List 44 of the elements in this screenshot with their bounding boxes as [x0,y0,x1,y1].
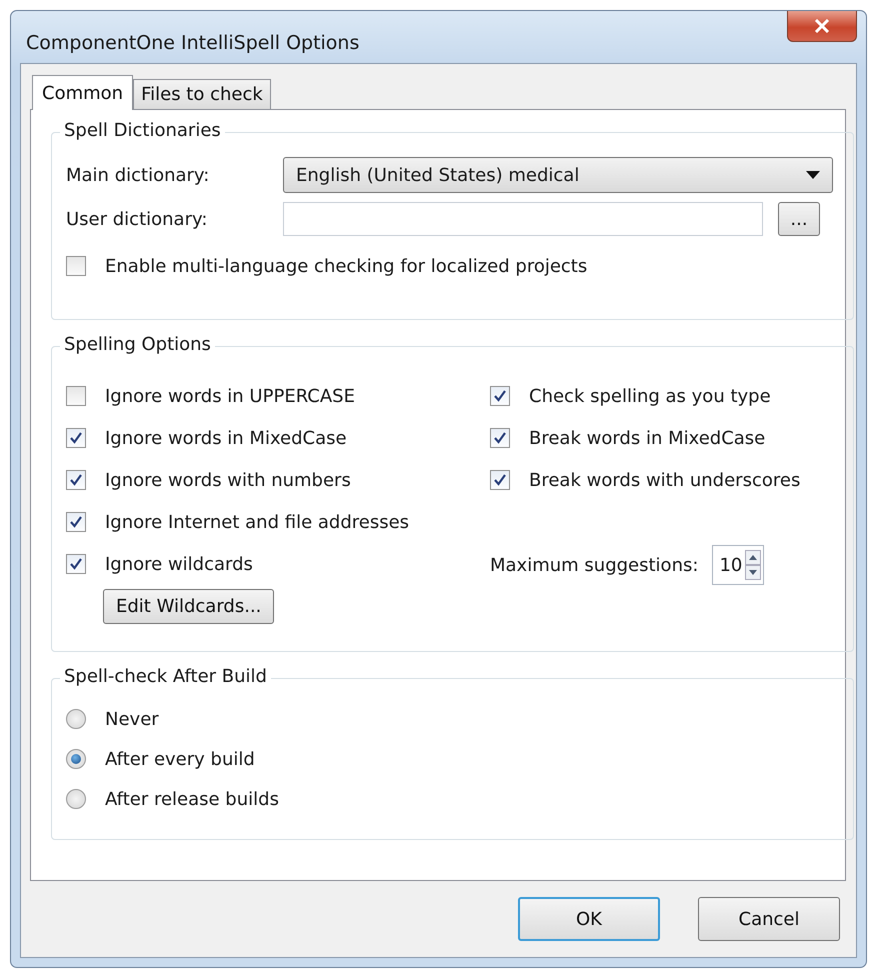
checkbox[interactable] [66,428,86,448]
radio-button[interactable] [66,709,86,729]
dropdown[interactable]: English (United States) medical [283,157,833,193]
tab[interactable]: Common [32,75,134,110]
checkbox[interactable] [66,256,86,276]
radio-label: After every build [105,748,255,770]
caret-icon [806,171,820,179]
close-button[interactable] [787,11,857,42]
group-title: Spell-check After Build [60,666,271,687]
checkbox-label: Enable multi-language checking for localized projects [105,256,588,276]
checkbox-label: Ignore words in MixedCase [105,428,347,448]
radio-button[interactable] [66,789,86,809]
field-label: Main dictionary: [66,164,210,186]
checkbox[interactable] [66,512,86,532]
number-spinner[interactable]: 10 [712,545,764,585]
checkbox[interactable] [490,386,510,406]
checkbox-label: Check spelling as you type [529,386,771,406]
radio-label: Never [105,708,159,730]
window-title: ComponentOne IntelliSpell Options [26,32,360,54]
ok-button[interactable]: OK [518,897,660,941]
checkbox-label: Ignore wildcards [105,554,253,574]
browse-button[interactable]: ... [778,202,820,236]
field-label: Maximum suggestions: [490,554,698,576]
checkbox[interactable] [490,470,510,490]
checkbox-label: Ignore Internet and file addresses [105,512,410,532]
group-title: Spell Dictionaries [60,120,225,141]
group-title: Spelling Options [60,334,215,355]
field-label: User dictionary: [66,208,208,230]
spin-arrows-icon [745,550,762,580]
checkbox-label: Break words with underscores [529,470,800,490]
checkbox-label: Ignore words in UPPERCASE [105,386,355,406]
checkbox[interactable] [66,554,86,574]
radio-button[interactable] [66,749,86,769]
edit-wildcards-button[interactable]: Edit Wildcards... [103,589,274,624]
checkbox-label: Ignore words with numbers [105,470,351,490]
input-field[interactable] [283,202,763,236]
checkbox[interactable] [66,470,86,490]
radio-label: After release builds [105,788,279,810]
cancel-button[interactable]: Cancel [698,897,840,941]
checkbox[interactable] [66,386,86,406]
checkbox[interactable] [490,428,510,448]
tab[interactable]: Files to check [133,79,271,109]
close-icon [814,19,830,33]
checkbox-label: Break words in MixedCase [529,428,766,448]
